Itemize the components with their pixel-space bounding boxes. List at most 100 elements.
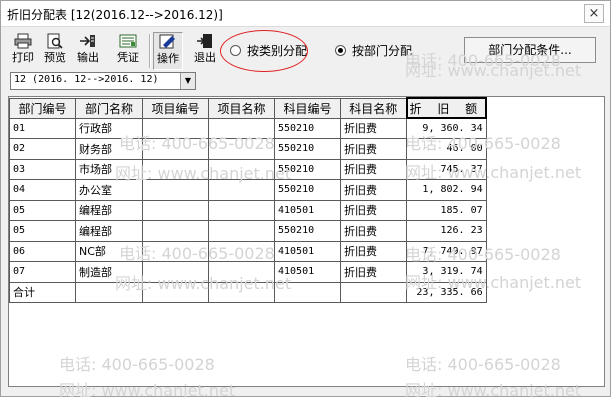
dept-code-cell[interactable]: 07 [9,261,76,283]
project-code-cell[interactable] [142,199,209,221]
project-code-cell[interactable] [142,117,209,139]
dept-name-cell[interactable]: 市场部 [75,158,143,180]
toolbar-separator [149,34,151,68]
header-project-name[interactable]: 项目名称 [208,97,275,119]
table-row[interactable]: 06 NC部 410501 折旧费 7, 749. 97 [9,240,487,262]
header-account-name[interactable]: 科目名称 [340,97,407,119]
dept-code-cell[interactable]: 02 [9,138,76,160]
header-project-code[interactable]: 项目编号 [142,97,209,119]
table-row[interactable]: 02 财务部 550210 折旧费 46. 00 [9,138,487,160]
project-name-cell[interactable] [208,117,275,139]
account-name-cell[interactable]: 折旧费 [340,240,407,262]
table-row[interactable]: 01 行政部 550210 折旧费 9, 360. 34 [9,117,487,139]
department-condition-button[interactable]: 部门分配条件... [464,37,596,63]
account-name-cell[interactable]: 折旧费 [340,199,407,221]
exit-label: 退出 [194,51,216,64]
project-code-cell[interactable] [142,240,209,262]
operate-label: 操作 [157,52,179,65]
table-total-row[interactable]: 合计 23, 335. 66 [9,281,487,303]
header-dept-name[interactable]: 部门名称 [75,97,143,119]
project-name-cell[interactable] [208,199,275,221]
voucher-button[interactable]: 凭证 [113,32,143,70]
close-button[interactable]: × [584,4,604,23]
print-label: 打印 [12,51,34,64]
export-button[interactable]: 输出 [73,32,103,70]
account-code-cell[interactable]: 550210 [274,220,341,242]
depreciation-amount-cell[interactable]: 7, 749. 97 [406,240,487,262]
dept-code-cell[interactable]: 06 [9,240,76,262]
project-name-cell[interactable] [208,158,275,180]
project-code-cell[interactable] [142,158,209,180]
account-code-cell[interactable]: 550210 [274,158,341,180]
project-name-cell[interactable] [208,179,275,201]
radio-by-category[interactable]: 按类别分配 [230,42,307,58]
table-row[interactable]: 05 编程部 550210 折旧费 126. 23 [9,220,487,242]
radio-by-category-label: 按类别分配 [247,44,308,58]
table-row[interactable]: 05 编程部 410501 折旧费 185. 07 [9,199,487,221]
account-name-cell[interactable]: 折旧费 [340,179,407,201]
account-code-cell[interactable]: 410501 [274,199,341,221]
voucher-label: 凭证 [117,51,139,64]
account-code-cell[interactable]: 550210 [274,138,341,160]
dept-name-cell[interactable]: 行政部 [75,117,143,139]
header-dept-code[interactable]: 部门编号 [9,97,76,119]
radio-by-department-indicator[interactable] [335,45,346,56]
depreciation-amount-cell[interactable]: 745. 37 [406,158,487,180]
dept-name-cell[interactable]: 编程部 [75,199,143,221]
account-name-cell[interactable]: 折旧费 [340,117,407,139]
account-code-cell[interactable]: 410501 [274,240,341,262]
radio-by-category-indicator[interactable] [230,45,241,56]
radio-by-department[interactable]: 按部门分配 [335,42,412,58]
preview-button[interactable]: 预览 [40,32,70,70]
empty-total-cell [208,281,275,303]
project-name-cell[interactable] [208,138,275,160]
print-button[interactable]: 打印 [9,32,37,70]
dept-name-cell[interactable]: 办公室 [75,179,143,201]
voucher-icon [119,33,137,49]
dept-code-cell[interactable]: 01 [9,117,76,139]
depreciation-amount-cell[interactable]: 185. 07 [406,199,487,221]
depreciation-amount-cell[interactable]: 9, 360. 34 [406,117,487,139]
dept-code-cell[interactable]: 03 [9,158,76,180]
header-depreciation-amount[interactable]: 折 旧 额 [405,97,488,119]
table-row[interactable]: 04 办公室 550210 折旧费 1, 802. 94 [9,179,487,201]
depreciation-amount-cell[interactable]: 126. 23 [406,220,487,242]
dept-name-cell[interactable]: 财务部 [75,138,143,160]
empty-total-cell [274,281,341,303]
depreciation-amount-cell[interactable]: 3, 319. 74 [406,261,487,283]
dept-name-cell[interactable]: 编程部 [75,220,143,242]
project-name-cell[interactable] [208,240,275,262]
account-code-cell[interactable]: 410501 [274,261,341,283]
account-code-cell[interactable]: 550210 [274,179,341,201]
account-name-cell[interactable]: 折旧费 [340,138,407,160]
empty-total-cell [340,281,407,303]
dept-name-cell[interactable]: NC部 [75,240,143,262]
dept-name-cell[interactable]: 制造部 [75,261,143,283]
dept-code-cell[interactable]: 05 [9,199,76,221]
account-name-cell[interactable]: 折旧费 [340,220,407,242]
account-code-cell[interactable]: 550210 [274,117,341,139]
dept-code-cell[interactable]: 05 [9,220,76,242]
depreciation-allocation-window: 折旧分配表 [12(2016.12-->2016.12)] × 打印 预览 输出 [0,0,611,397]
table-row[interactable]: 07 制造部 410501 折旧费 3, 319. 74 [9,261,487,283]
account-name-cell[interactable]: 折旧费 [340,158,407,180]
period-select[interactable]: 12 (2016. 12-->2016. 12) ▼ [10,72,196,90]
project-code-cell[interactable] [142,179,209,201]
depreciation-amount-cell[interactable]: 46. 00 [406,138,487,160]
project-name-cell[interactable] [208,261,275,283]
account-name-cell[interactable]: 折旧费 [340,261,407,283]
project-code-cell[interactable] [142,220,209,242]
table-row[interactable]: 03 市场部 550210 折旧费 745. 37 [9,158,487,180]
export-label: 输出 [77,51,99,64]
dropdown-arrow-icon[interactable]: ▼ [180,73,195,89]
project-code-cell[interactable] [142,261,209,283]
project-name-cell[interactable] [208,220,275,242]
project-code-cell[interactable] [142,138,209,160]
exit-button[interactable]: 退出 [191,32,219,70]
depreciation-amount-cell[interactable]: 1, 802. 94 [406,179,487,201]
table-header-row: 部门编号 部门名称 项目编号 项目名称 科目编号 科目名称 折 旧 额 [9,97,488,119]
header-account-code[interactable]: 科目编号 [274,97,341,119]
operate-button[interactable]: 操作 [153,32,183,70]
period-select-value: 12 (2016. 12-->2016. 12) [14,74,159,85]
dept-code-cell[interactable]: 04 [9,179,76,201]
